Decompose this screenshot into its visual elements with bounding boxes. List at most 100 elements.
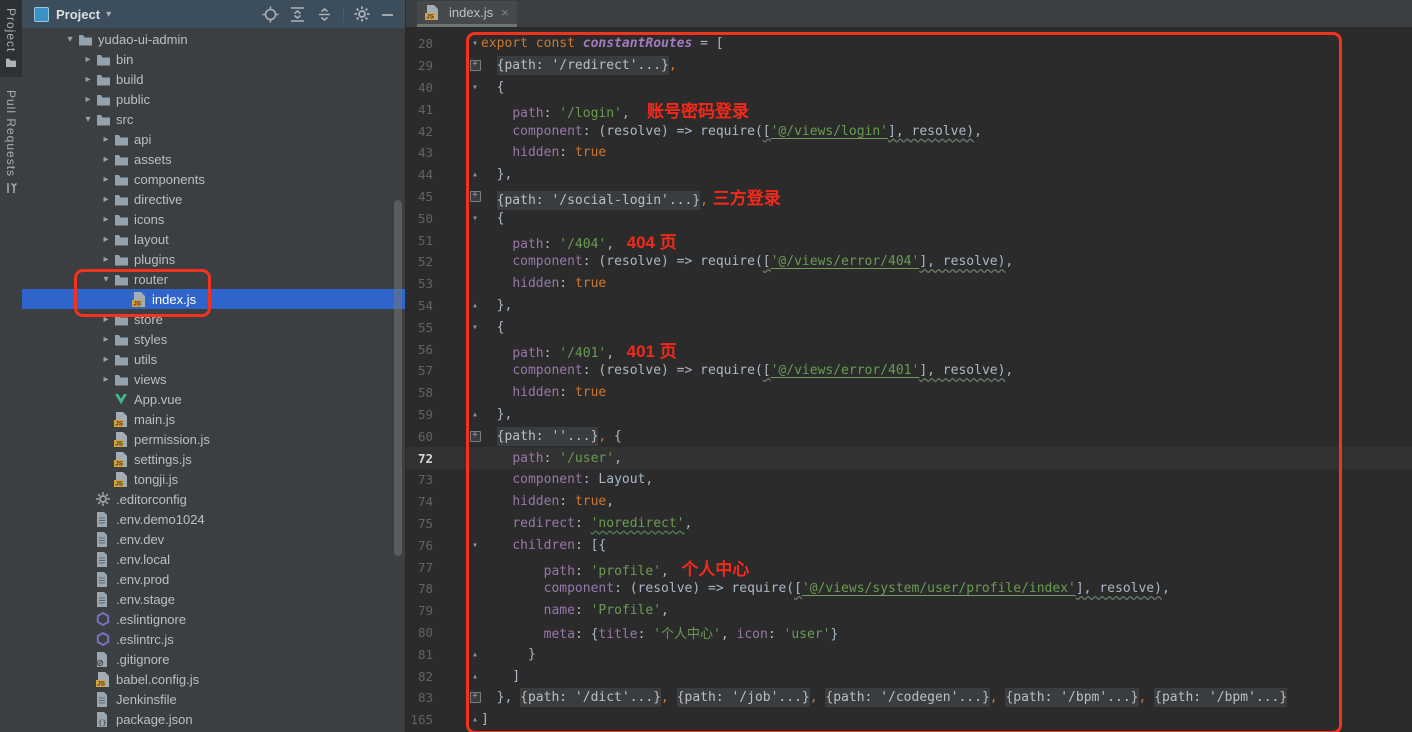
tree-item-index.js[interactable]: JSindex.js xyxy=(22,289,405,309)
code-line-45[interactable]: 45+ {path: '/social-login'...}, 三方登录 xyxy=(406,186,1412,208)
chevron-right-icon[interactable]: ▸ xyxy=(80,54,96,65)
fold-up-icon[interactable]: ▴ xyxy=(469,714,481,725)
strip-tab-project[interactable]: Project xyxy=(0,0,22,77)
project-panel-header[interactable]: Project ▾ xyxy=(22,0,405,28)
tree-item-editorconfig[interactable]: .editorconfig xyxy=(22,489,405,509)
code-line-165[interactable]: 165▴] xyxy=(406,709,1412,731)
fold-down-icon[interactable]: ▾ xyxy=(469,38,481,49)
tree-item-permission.js[interactable]: JSpermission.js xyxy=(22,429,405,449)
folded-code-chunk[interactable]: {path: '/codegen'...} xyxy=(825,688,989,707)
tab-index-js[interactable]: JS index.js × xyxy=(417,1,517,27)
chevron-right-icon[interactable]: ▸ xyxy=(98,314,114,325)
tree-item-api[interactable]: ▸api xyxy=(22,129,405,149)
code-line-28[interactable]: 28▾export const constantRoutes = [ xyxy=(406,33,1412,55)
tree-item-utils[interactable]: ▸utils xyxy=(22,349,405,369)
fold-up-icon[interactable]: ▴ xyxy=(469,671,481,682)
close-icon[interactable]: × xyxy=(501,5,509,20)
code-line-80[interactable]: 80 meta: {title: '个人中心', icon: 'user'} xyxy=(406,622,1412,644)
code-line-41[interactable]: 41 path: '/login', 账号密码登录 xyxy=(406,98,1412,120)
chevron-right-icon[interactable]: ▸ xyxy=(98,334,114,345)
settings-icon[interactable] xyxy=(354,6,370,22)
code-line-58[interactable]: 58 hidden: true xyxy=(406,382,1412,404)
code-line-55[interactable]: 55▾ { xyxy=(406,316,1412,338)
tree-item-env.demo1024[interactable]: .env.demo1024 xyxy=(22,509,405,529)
chevron-right-icon[interactable]: ▸ xyxy=(98,194,114,205)
tree-item-public[interactable]: ▸public xyxy=(22,89,405,109)
code-line-79[interactable]: 79 name: 'Profile', xyxy=(406,600,1412,622)
fold-up-icon[interactable]: ▴ xyxy=(469,169,481,180)
code-line-60[interactable]: 60+ {path: ''...}, { xyxy=(406,425,1412,447)
code-line-75[interactable]: 75 redirect: 'noredirect', xyxy=(406,513,1412,535)
fold-plus-icon[interactable]: + xyxy=(469,60,481,71)
chevron-right-icon[interactable]: ▸ xyxy=(80,74,96,85)
code-line-82[interactable]: 82▴ ] xyxy=(406,665,1412,687)
tree-item-package.json[interactable]: {}package.json xyxy=(22,709,405,729)
chevron-right-icon[interactable]: ▸ xyxy=(98,254,114,265)
code-line-73[interactable]: 73 component: Layout, xyxy=(406,469,1412,491)
code-line-76[interactable]: 76▾ children: [{ xyxy=(406,534,1412,556)
chevron-right-icon[interactable]: ▸ xyxy=(98,234,114,245)
code-line-72[interactable]: 72 path: '/user', xyxy=(406,447,1412,469)
tree-item-styles[interactable]: ▸styles xyxy=(22,329,405,349)
tree-item-eslintrc.js[interactable]: .eslintrc.js xyxy=(22,629,405,649)
chevron-right-icon[interactable]: ▸ xyxy=(98,374,114,385)
locate-icon[interactable] xyxy=(262,6,279,23)
code-line-42[interactable]: 42 component: (resolve) => require(['@/v… xyxy=(406,120,1412,142)
tree-item-app.vue[interactable]: App.vue xyxy=(22,389,405,409)
code-line-50[interactable]: 50▾ { xyxy=(406,207,1412,229)
folded-code-chunk[interactable]: {path: '/job'...} xyxy=(677,688,810,707)
tree-item-bin[interactable]: ▸bin xyxy=(22,49,405,69)
chevron-right-icon[interactable]: ▸ xyxy=(98,174,114,185)
code-line-52[interactable]: 52 component: (resolve) => require(['@/v… xyxy=(406,251,1412,273)
tree-item-babel.config.js[interactable]: JSbabel.config.js xyxy=(22,669,405,689)
tree-item-store[interactable]: ▸store xyxy=(22,309,405,329)
folded-code-chunk[interactable]: {path: '/bpm'...} xyxy=(1154,688,1287,707)
collapse-selection-icon[interactable] xyxy=(316,6,333,23)
tree-scrollbar[interactable] xyxy=(394,200,402,556)
tree-item-tongji.js[interactable]: JStongji.js xyxy=(22,469,405,489)
tree-item-main.js[interactable]: JSmain.js xyxy=(22,409,405,429)
code-line-78[interactable]: 78 component: (resolve) => require(['@/v… xyxy=(406,578,1412,600)
tree-item-env.dev[interactable]: .env.dev xyxy=(22,529,405,549)
chevron-down-icon[interactable]: ▾ xyxy=(62,34,78,45)
tree-item-env.stage[interactable]: .env.stage xyxy=(22,589,405,609)
fold-plus-icon[interactable]: + xyxy=(469,431,481,442)
fold-up-icon[interactable]: ▴ xyxy=(469,649,481,660)
folded-code-chunk[interactable]: {path: '/redirect'...} xyxy=(497,56,669,75)
tree-item-env.prod[interactable]: .env.prod xyxy=(22,569,405,589)
tree-item-src[interactable]: ▾src xyxy=(22,109,405,129)
code-line-81[interactable]: 81▴ } xyxy=(406,643,1412,665)
fold-plus-icon[interactable]: + xyxy=(469,191,481,202)
tree-item-gitignore[interactable]: .gitignore xyxy=(22,649,405,669)
fold-down-icon[interactable]: ▾ xyxy=(469,82,481,93)
tree-item-views[interactable]: ▸views xyxy=(22,369,405,389)
chevron-right-icon[interactable]: ▸ xyxy=(98,134,114,145)
code-line-59[interactable]: 59▴ }, xyxy=(406,404,1412,426)
code-line-53[interactable]: 53 hidden: true xyxy=(406,273,1412,295)
tree-item-jenkinsfile[interactable]: Jenkinsfile xyxy=(22,689,405,709)
folded-code-chunk[interactable]: {path: '/dict'...} xyxy=(520,688,661,707)
code-line-77[interactable]: 77 path: 'profile', 个人中心 xyxy=(406,556,1412,578)
tree-item-components[interactable]: ▸components xyxy=(22,169,405,189)
tree-item-directive[interactable]: ▸directive xyxy=(22,189,405,209)
chevron-right-icon[interactable]: ▸ xyxy=(98,354,114,365)
tree-item-eslintignore[interactable]: .eslintignore xyxy=(22,609,405,629)
code-line-29[interactable]: 29+ {path: '/redirect'...}, xyxy=(406,55,1412,77)
fold-down-icon[interactable]: ▾ xyxy=(469,540,481,551)
fold-down-icon[interactable]: ▾ xyxy=(469,322,481,333)
code-line-54[interactable]: 54▴ }, xyxy=(406,295,1412,317)
chevron-right-icon[interactable]: ▸ xyxy=(98,154,114,165)
tree-item-plugins[interactable]: ▸plugins xyxy=(22,249,405,269)
collapse-all-icon[interactable] xyxy=(289,6,306,23)
tree-item-settings.js[interactable]: JSsettings.js xyxy=(22,449,405,469)
code-line-56[interactable]: 56 path: '/401', 401 页 xyxy=(406,338,1412,360)
tree-item-env.local[interactable]: .env.local xyxy=(22,549,405,569)
chevron-down-icon[interactable]: ▾ xyxy=(80,114,96,125)
tree-item-yudao-ui-admin[interactable]: ▾yudao-ui-admin xyxy=(22,29,405,49)
fold-up-icon[interactable]: ▴ xyxy=(469,300,481,311)
folded-code-chunk[interactable]: {path: ''...} xyxy=(497,427,599,446)
chevron-down-icon[interactable]: ▾ xyxy=(106,9,111,20)
code-line-40[interactable]: 40▾ { xyxy=(406,77,1412,99)
code-area[interactable]: 28▾export const constantRoutes = [29+ {p… xyxy=(406,27,1412,732)
code-line-43[interactable]: 43 hidden: true xyxy=(406,142,1412,164)
